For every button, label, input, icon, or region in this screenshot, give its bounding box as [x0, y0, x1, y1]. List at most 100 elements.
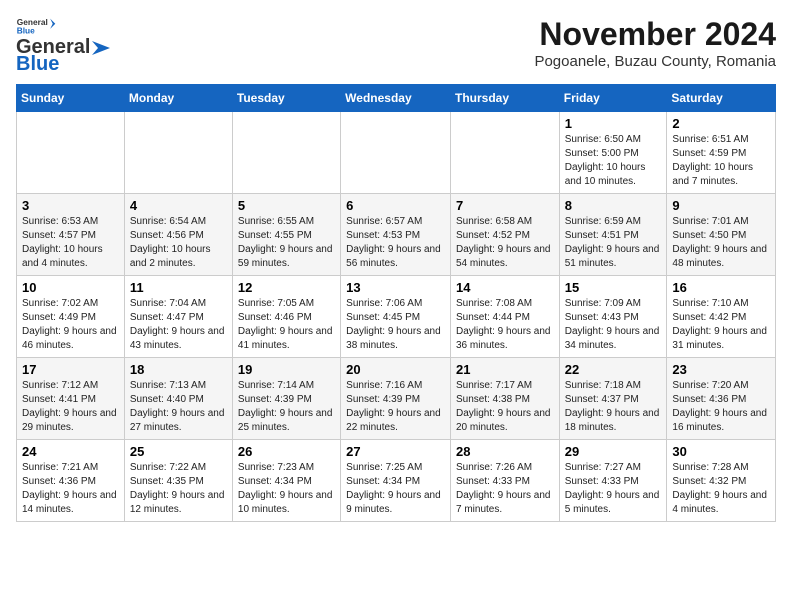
day-number: 6 — [346, 198, 445, 213]
day-number: 23 — [672, 362, 770, 377]
table-cell: 7 Sunrise: 6:58 AM Sunset: 4:52 PM Daylig… — [450, 194, 559, 276]
table-cell: 26Sunrise: 7:23 AM Sunset: 4:34 PM Dayli… — [232, 440, 340, 522]
table-cell: 21Sunrise: 7:17 AM Sunset: 4:38 PM Dayli… — [450, 358, 559, 440]
day-info: Sunrise: 7:22 AM Sunset: 4:35 PM Dayligh… — [130, 461, 227, 517]
day-info: Sunrise: 7:10 AM Sunset: 4:42 PM Dayligh… — [672, 297, 770, 353]
day-number: 28 — [456, 444, 554, 459]
table-cell: 30 Sunrise: 7:28 AM Sunset: 4:32 PM Dayli… — [667, 440, 776, 522]
day-number: 18 — [130, 362, 227, 377]
day-info: Sunrise: 6:51 AM Sunset: 4:59 PM Dayligh… — [672, 133, 770, 189]
day-number: 2 — [672, 116, 770, 131]
logo: General Blue General Blue — [16, 16, 112, 76]
day-info: Sunrise: 7:28 AM Sunset: 4:32 PM Dayligh… — [672, 461, 770, 517]
calendar-header-row: Sunday Monday Tuesday Wednesday Thursday… — [17, 85, 776, 112]
day-info: Sunrise: 7:21 AM Sunset: 4:36 PM Dayligh… — [22, 461, 119, 517]
day-number: 19 — [238, 362, 335, 377]
table-cell: 9 Sunrise: 7:01 AM Sunset: 4:50 PM Daylig… — [667, 194, 776, 276]
header-thursday: Thursday — [450, 85, 559, 112]
day-info: Sunrise: 7:20 AM Sunset: 4:36 PM Dayligh… — [672, 379, 770, 435]
table-cell: 15 Sunrise: 7:09 AM Sunset: 4:43 PM Dayli… — [559, 276, 667, 358]
day-info: Sunrise: 7:16 AM Sunset: 4:39 PM Dayligh… — [346, 379, 445, 435]
day-info: Sunrise: 6:54 AM Sunset: 4:56 PM Dayligh… — [130, 215, 227, 271]
day-number: 11 — [130, 280, 227, 295]
table-cell: 11 Sunrise: 7:04 AM Sunset: 4:47 PM Dayli… — [124, 276, 232, 358]
table-cell: 8 Sunrise: 6:59 AM Sunset: 4:51 PM Daylig… — [559, 194, 667, 276]
day-info: Sunrise: 7:26 AM Sunset: 4:33 PM Dayligh… — [456, 461, 554, 517]
day-number: 24 — [22, 444, 119, 459]
table-cell: 5 Sunrise: 6:55 AM Sunset: 4:55 PM Daylig… — [232, 194, 340, 276]
header-wednesday: Wednesday — [341, 85, 451, 112]
table-cell: 10Sunrise: 7:02 AM Sunset: 4:49 PM Dayli… — [17, 276, 125, 358]
table-cell: 29Sunrise: 7:27 AM Sunset: 4:33 PM Dayli… — [559, 440, 667, 522]
day-number: 9 — [672, 198, 770, 213]
table-cell: 27Sunrise: 7:25 AM Sunset: 4:34 PM Dayli… — [341, 440, 451, 522]
day-number: 15 — [565, 280, 662, 295]
day-info: Sunrise: 6:58 AM Sunset: 4:52 PM Dayligh… — [456, 215, 554, 271]
table-cell: 17Sunrise: 7:12 AM Sunset: 4:41 PM Dayli… — [17, 358, 125, 440]
table-cell: 18Sunrise: 7:13 AM Sunset: 4:40 PM Dayli… — [124, 358, 232, 440]
day-info: Sunrise: 7:08 AM Sunset: 4:44 PM Dayligh… — [456, 297, 554, 353]
logo-blue: Blue — [16, 53, 59, 76]
day-info: Sunrise: 6:50 AM Sunset: 5:00 PM Dayligh… — [565, 133, 662, 189]
day-number: 5 — [238, 198, 335, 213]
table-cell: 16Sunrise: 7:10 AM Sunset: 4:42 PM Dayli… — [667, 276, 776, 358]
day-info: Sunrise: 7:14 AM Sunset: 4:39 PM Dayligh… — [238, 379, 335, 435]
month-year-title: November 2024 — [534, 16, 776, 53]
day-info: Sunrise: 6:55 AM Sunset: 4:55 PM Dayligh… — [238, 215, 335, 271]
day-number: 3 — [22, 198, 119, 213]
day-info: Sunrise: 7:09 AM Sunset: 4:43 PM Dayligh… — [565, 297, 662, 353]
table-cell: 12 Sunrise: 7:05 AM Sunset: 4:46 PM Dayli… — [232, 276, 340, 358]
day-info: Sunrise: 6:53 AM Sunset: 4:57 PM Dayligh… — [22, 215, 119, 271]
table-cell — [450, 112, 559, 194]
day-info: Sunrise: 7:25 AM Sunset: 4:34 PM Dayligh… — [346, 461, 445, 517]
table-cell — [341, 112, 451, 194]
day-info: Sunrise: 7:18 AM Sunset: 4:37 PM Dayligh… — [565, 379, 662, 435]
calendar-row: 3 Sunrise: 6:53 AM Sunset: 4:57 PM Daylig… — [17, 194, 776, 276]
day-number: 7 — [456, 198, 554, 213]
day-info: Sunrise: 7:17 AM Sunset: 4:38 PM Dayligh… — [456, 379, 554, 435]
header-monday: Monday — [124, 85, 232, 112]
day-number: 12 — [238, 280, 335, 295]
table-cell: 1 Sunrise: 6:50 AM Sunset: 5:00 PM Daylig… — [559, 112, 667, 194]
day-number: 1 — [565, 116, 662, 131]
day-number: 30 — [672, 444, 770, 459]
title-area: November 2024 Pogoanele, Buzau County, R… — [534, 16, 776, 70]
logo-arrow — [90, 39, 112, 57]
table-cell — [232, 112, 340, 194]
logo-icon: General Blue — [16, 16, 56, 34]
day-number: 14 — [456, 280, 554, 295]
day-info: Sunrise: 7:05 AM Sunset: 4:46 PM Dayligh… — [238, 297, 335, 353]
day-number: 4 — [130, 198, 227, 213]
table-cell: 13 Sunrise: 7:06 AM Sunset: 4:45 PM Dayli… — [341, 276, 451, 358]
day-info: Sunrise: 7:27 AM Sunset: 4:33 PM Dayligh… — [565, 461, 662, 517]
table-cell: 4 Sunrise: 6:54 AM Sunset: 4:56 PM Daylig… — [124, 194, 232, 276]
table-cell: 2 Sunrise: 6:51 AM Sunset: 4:59 PM Daylig… — [667, 112, 776, 194]
header-sunday: Sunday — [17, 85, 125, 112]
day-number: 25 — [130, 444, 227, 459]
table-cell: 6 Sunrise: 6:57 AM Sunset: 4:53 PM Daylig… — [341, 194, 451, 276]
table-cell: 3 Sunrise: 6:53 AM Sunset: 4:57 PM Daylig… — [17, 194, 125, 276]
day-number: 22 — [565, 362, 662, 377]
table-cell — [124, 112, 232, 194]
day-info: Sunrise: 7:04 AM Sunset: 4:47 PM Dayligh… — [130, 297, 227, 353]
day-number: 8 — [565, 198, 662, 213]
table-cell: 24 Sunrise: 7:21 AM Sunset: 4:36 PM Dayli… — [17, 440, 125, 522]
calendar-row: 24 Sunrise: 7:21 AM Sunset: 4:36 PM Dayli… — [17, 440, 776, 522]
day-info: Sunrise: 7:01 AM Sunset: 4:50 PM Dayligh… — [672, 215, 770, 271]
day-info: Sunrise: 6:57 AM Sunset: 4:53 PM Dayligh… — [346, 215, 445, 271]
table-cell — [17, 112, 125, 194]
day-info: Sunrise: 7:23 AM Sunset: 4:34 PM Dayligh… — [238, 461, 335, 517]
table-cell: 28 Sunrise: 7:26 AM Sunset: 4:33 PM Dayli… — [450, 440, 559, 522]
day-number: 20 — [346, 362, 445, 377]
calendar-row: 1 Sunrise: 6:50 AM Sunset: 5:00 PM Daylig… — [17, 112, 776, 194]
calendar-row: 17Sunrise: 7:12 AM Sunset: 4:41 PM Dayli… — [17, 358, 776, 440]
header-tuesday: Tuesday — [232, 85, 340, 112]
day-number: 13 — [346, 280, 445, 295]
day-number: 17 — [22, 362, 119, 377]
table-cell: 14 Sunrise: 7:08 AM Sunset: 4:44 PM Dayli… — [450, 276, 559, 358]
calendar-table: Sunday Monday Tuesday Wednesday Thursday… — [16, 84, 776, 522]
day-info: Sunrise: 7:06 AM Sunset: 4:45 PM Dayligh… — [346, 297, 445, 353]
table-cell: 25 Sunrise: 7:22 AM Sunset: 4:35 PM Dayli… — [124, 440, 232, 522]
day-info: Sunrise: 6:59 AM Sunset: 4:51 PM Dayligh… — [565, 215, 662, 271]
day-number: 10 — [22, 280, 119, 295]
